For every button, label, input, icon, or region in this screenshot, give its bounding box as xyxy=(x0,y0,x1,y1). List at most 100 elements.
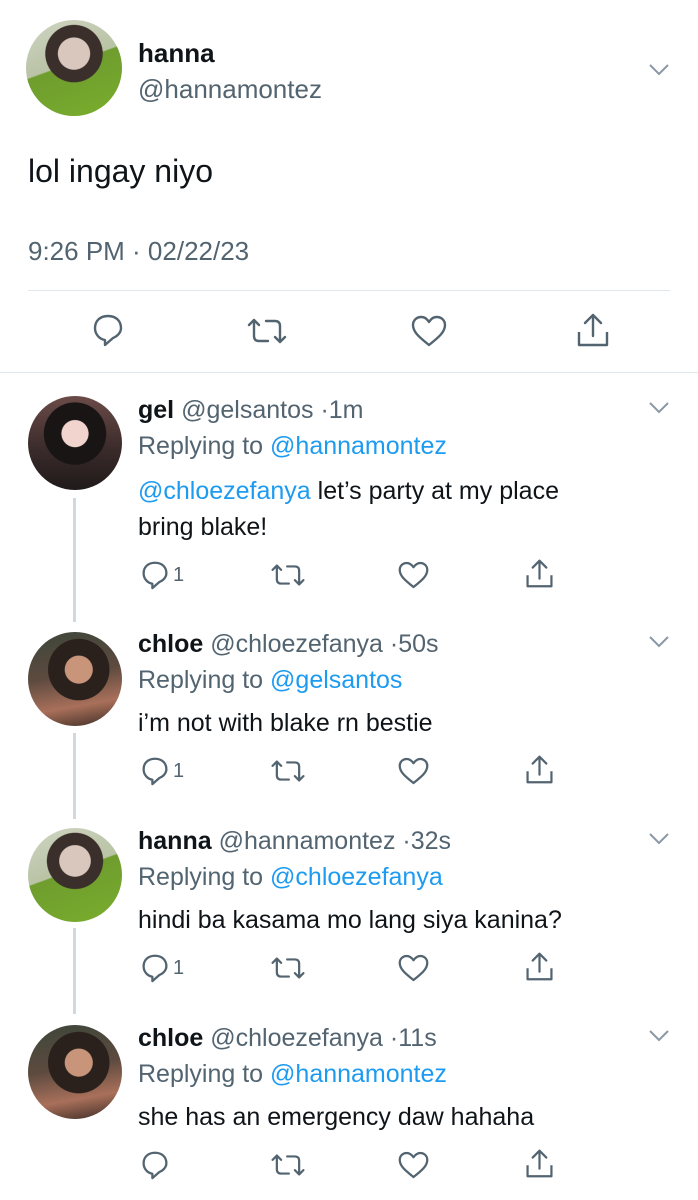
avatar[interactable] xyxy=(28,396,122,490)
reply-button[interactable]: 1 xyxy=(141,560,184,590)
retweet-button[interactable] xyxy=(246,316,288,346)
author-handle[interactable]: @hannamontez xyxy=(219,827,396,855)
share-icon xyxy=(526,1149,553,1178)
tweet-header: chloe @chloezefanya ·50s xyxy=(138,630,439,659)
reply-button[interactable]: 1 xyxy=(141,756,184,786)
reply-icon xyxy=(93,314,123,347)
avatar[interactable] xyxy=(28,632,122,726)
replying-to: Replying to @hannamontez xyxy=(138,432,447,461)
author-handle[interactable]: @gelsantos xyxy=(181,396,313,424)
replying-to: Replying to @hannamontez xyxy=(138,1060,447,1089)
mention-link[interactable]: @chloezefanya xyxy=(270,863,443,891)
reply-icon xyxy=(142,954,168,983)
chevron-down-icon[interactable] xyxy=(648,63,670,77)
share-button[interactable] xyxy=(525,951,554,982)
reply-icon xyxy=(142,561,168,590)
retweet-button[interactable] xyxy=(270,955,306,981)
tweet-header: hanna @hannamontez ·32s xyxy=(138,827,451,856)
replying-label: Replying to xyxy=(138,863,264,891)
like-icon xyxy=(398,561,429,589)
avatar[interactable] xyxy=(28,1025,122,1119)
thread-line xyxy=(73,733,76,819)
reply-button[interactable] xyxy=(92,313,124,347)
chevron-down-icon[interactable] xyxy=(648,832,670,846)
mention-link[interactable]: @hannamontez xyxy=(270,432,447,460)
share-button[interactable] xyxy=(576,312,610,348)
share-button[interactable] xyxy=(525,754,554,785)
tweet-text: @chloezefanya let’s party at my place br… xyxy=(138,473,559,545)
like-button[interactable] xyxy=(398,954,429,982)
reply-icon xyxy=(142,757,168,786)
like-icon xyxy=(411,315,447,347)
mention-link[interactable]: @gelsantos xyxy=(270,666,402,694)
avatar[interactable] xyxy=(26,20,122,116)
like-button[interactable] xyxy=(411,315,447,347)
tweet-header: gel @gelsantos ·1m xyxy=(138,396,364,425)
tweet-text: lol ingay niyo xyxy=(28,153,213,189)
separator-dot: · xyxy=(389,1024,399,1052)
share-icon xyxy=(526,952,553,981)
like-icon xyxy=(398,954,429,982)
tweet-text: she has an emergency daw hahaha xyxy=(138,1103,535,1131)
avatar[interactable] xyxy=(28,828,122,922)
mention-link[interactable]: @chloezefanya xyxy=(138,477,311,505)
separator-dot: · xyxy=(320,396,329,424)
chevron-down-icon[interactable] xyxy=(648,635,670,649)
author-handle[interactable]: @hannamontez xyxy=(138,74,322,105)
separator-dot: · xyxy=(389,630,399,658)
text-line: let’s party at my place xyxy=(310,477,559,505)
retweet-icon xyxy=(271,564,305,586)
divider xyxy=(0,372,698,373)
like-button[interactable] xyxy=(398,757,429,785)
mention-link[interactable]: @hannamontez xyxy=(270,1060,447,1088)
like-button[interactable] xyxy=(398,1151,429,1179)
retweet-icon xyxy=(271,1154,305,1176)
share-icon xyxy=(526,755,553,784)
like-icon xyxy=(398,1151,429,1179)
reply-button[interactable]: 1 xyxy=(141,953,184,983)
reply-count: 1 xyxy=(173,563,185,586)
like-icon xyxy=(398,757,429,785)
author-name[interactable]: hanna xyxy=(138,38,215,69)
replying-to: Replying to @gelsantos xyxy=(138,666,402,695)
author-handle[interactable]: @chloezefanya xyxy=(210,630,383,658)
reply-count: 1 xyxy=(173,956,185,979)
retweet-icon xyxy=(271,760,305,782)
author-name[interactable]: hanna xyxy=(138,827,212,855)
tweet-text: hindi ba kasama mo lang siya kanina? xyxy=(138,906,562,934)
retweet-button[interactable] xyxy=(270,562,306,588)
time[interactable]: 50s xyxy=(398,630,438,658)
author-handle[interactable]: @chloezefanya xyxy=(210,1024,383,1052)
separator-dot: · xyxy=(402,827,411,855)
author-name[interactable]: chloe xyxy=(138,1024,203,1052)
like-button[interactable] xyxy=(398,561,429,589)
retweet-button[interactable] xyxy=(270,758,306,784)
reply-count: 1 xyxy=(173,759,185,782)
retweet-icon xyxy=(247,318,287,344)
share-button[interactable] xyxy=(525,1148,554,1179)
chevron-down-icon[interactable] xyxy=(648,401,670,415)
time[interactable]: 1m xyxy=(329,396,364,424)
author-name[interactable]: chloe xyxy=(138,630,203,658)
share-icon xyxy=(526,559,553,588)
replying-to: Replying to @chloezefanya xyxy=(138,863,443,892)
share-icon xyxy=(577,313,609,347)
tweet-header: chloe @chloezefanya ·11s xyxy=(138,1024,437,1053)
thread-line xyxy=(73,928,76,1014)
time[interactable]: 32s xyxy=(411,827,451,855)
divider xyxy=(28,290,670,291)
reply-button[interactable] xyxy=(141,1150,173,1180)
timestamp[interactable]: 9:26 PM · 02/22/23 xyxy=(28,236,249,267)
tweet-text: i’m not with blake rn bestie xyxy=(138,709,433,737)
time[interactable]: 11s xyxy=(398,1024,436,1052)
share-button[interactable] xyxy=(525,558,554,589)
replying-label: Replying to xyxy=(138,432,264,460)
thread-line xyxy=(73,498,76,622)
retweet-button[interactable] xyxy=(270,1152,306,1178)
text-line: bring blake! xyxy=(138,513,268,541)
author-name[interactable]: gel xyxy=(138,396,174,424)
replying-label: Replying to xyxy=(138,1060,264,1088)
retweet-icon xyxy=(271,957,305,979)
chevron-down-icon[interactable] xyxy=(648,1029,670,1043)
replying-label: Replying to xyxy=(138,666,264,694)
